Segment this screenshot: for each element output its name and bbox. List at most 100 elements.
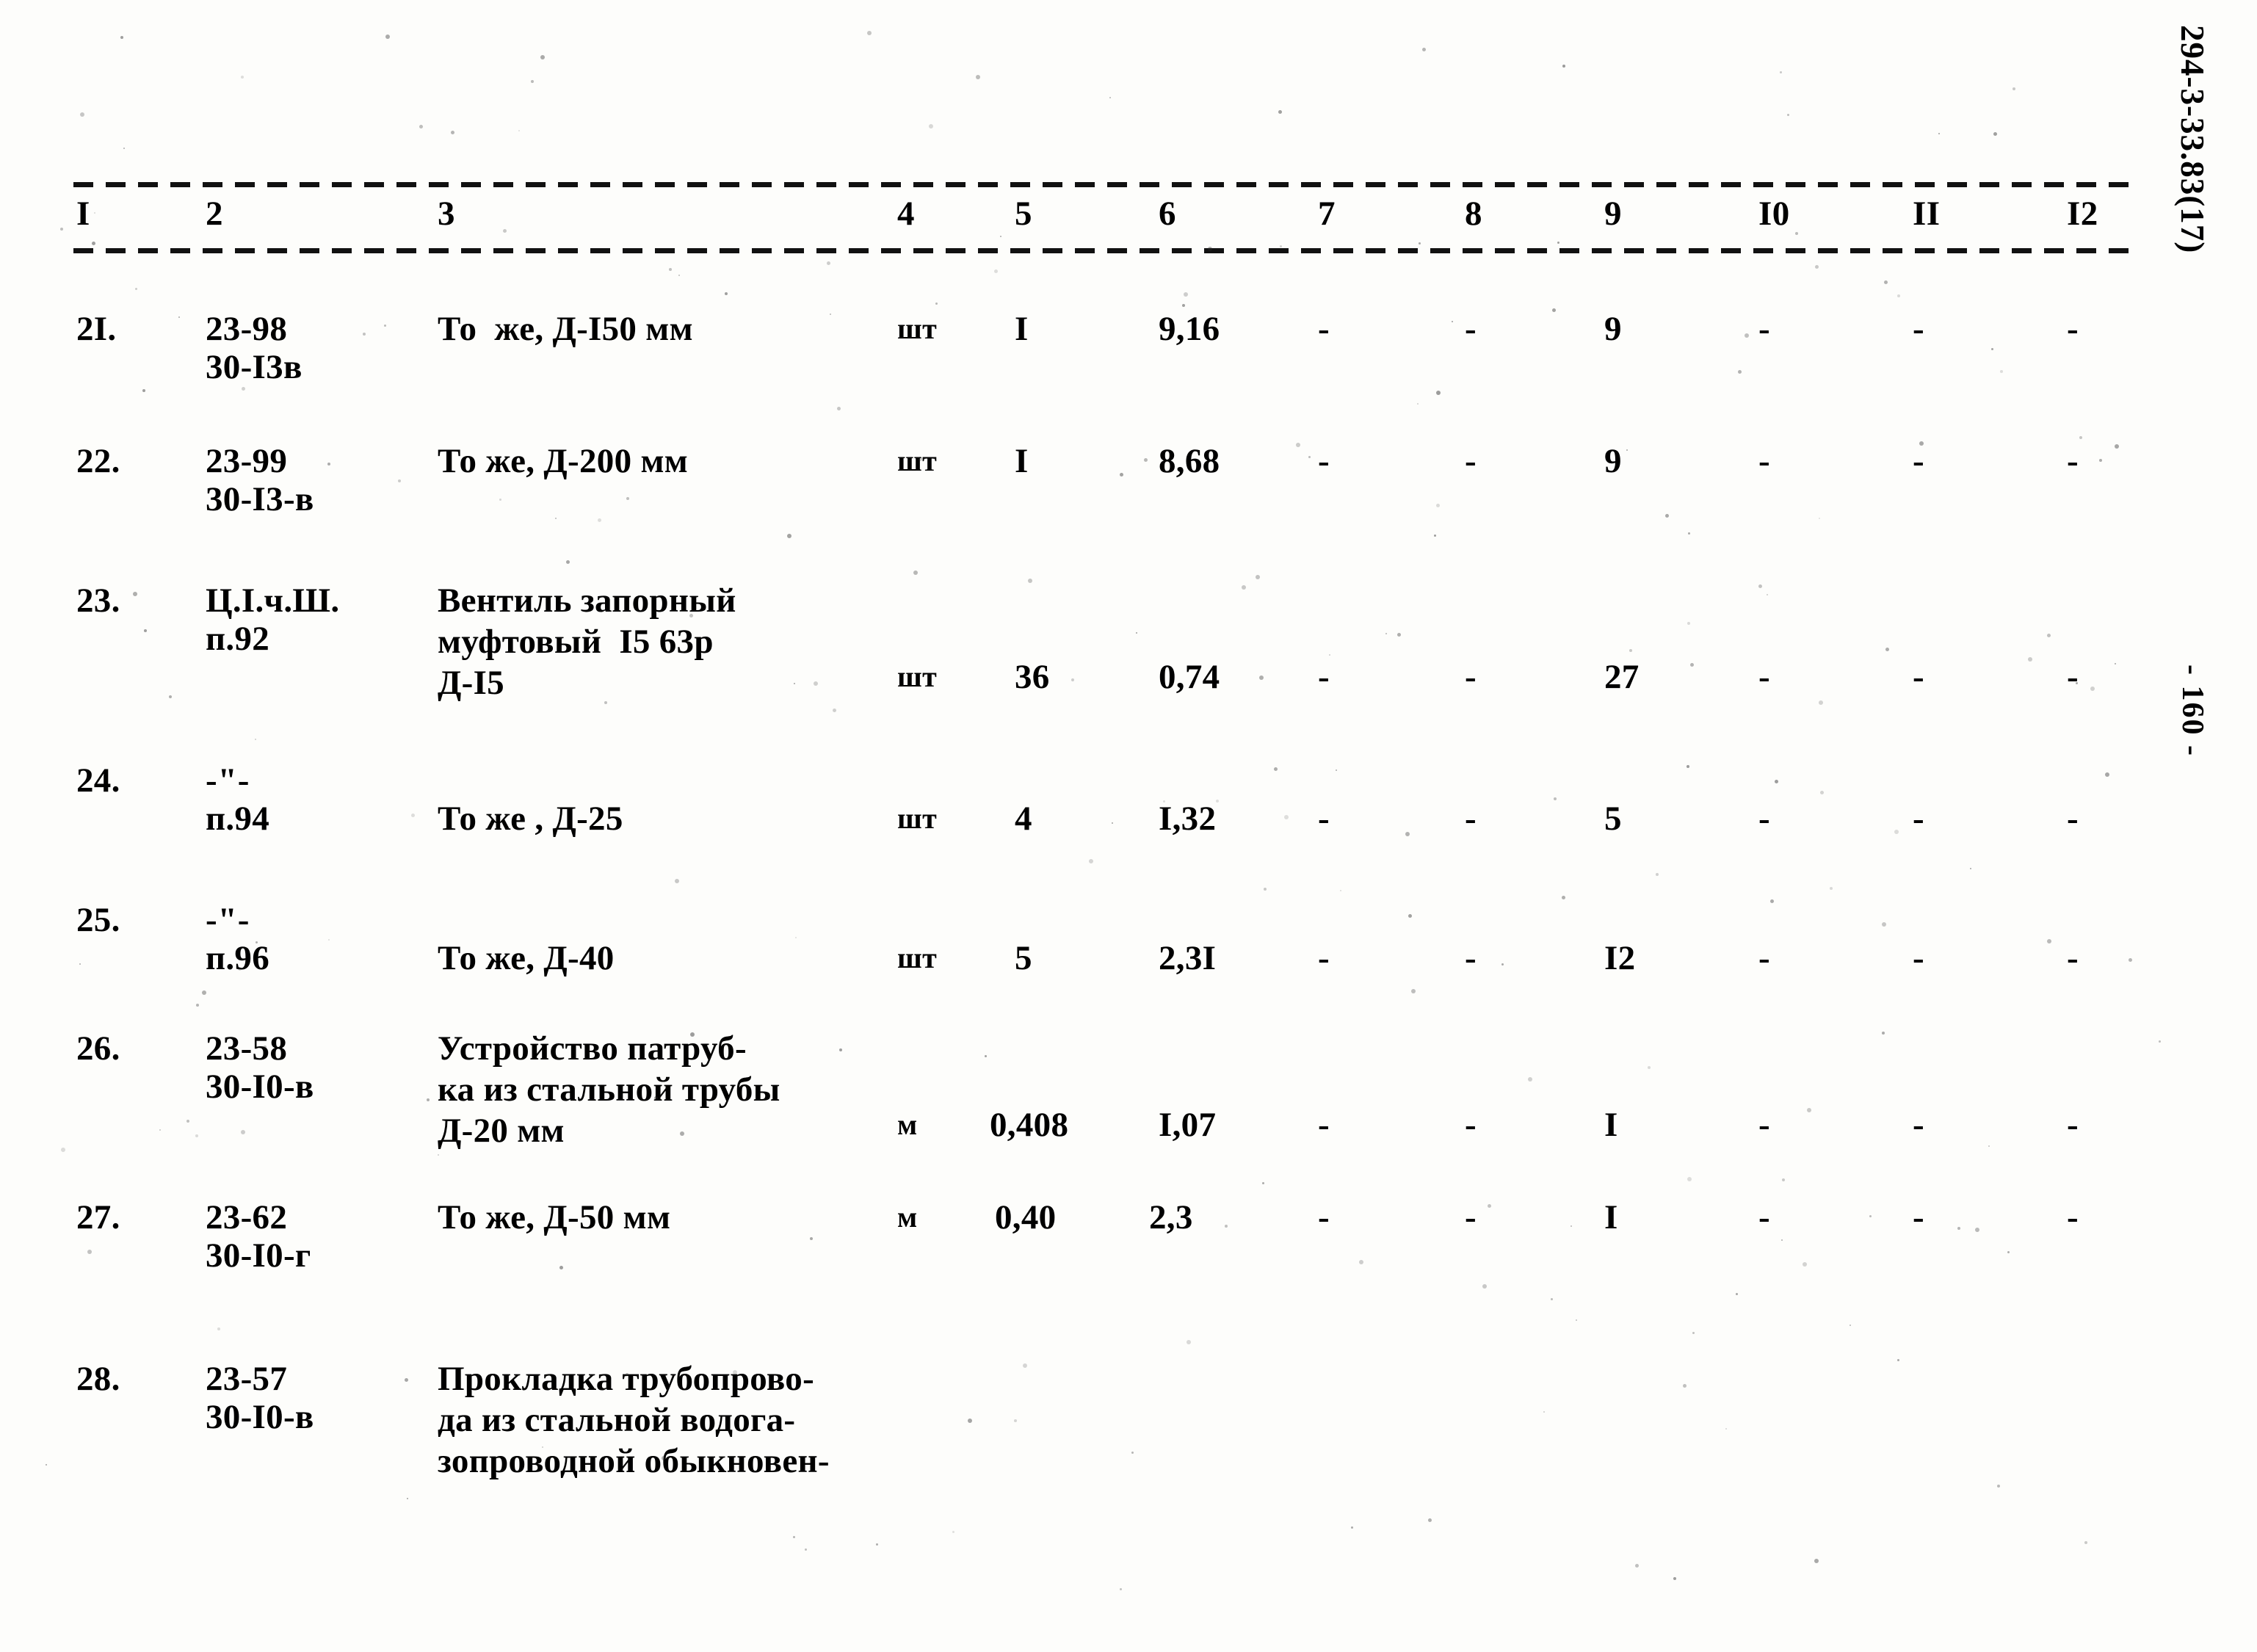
row-code-line-1: 23-98 <box>206 310 288 348</box>
row-code-line-2: п.92 <box>206 620 270 658</box>
scanned-page: I 2 3 4 5 6 7 8 9 I0 II I2 2I. 23-98 30-… <box>0 0 2257 1652</box>
row-value-9: 5 <box>1604 800 1622 838</box>
row-value-5: I <box>1015 310 1029 348</box>
row-value-9: I2 <box>1604 939 1636 977</box>
row-value-11: - <box>1913 658 1924 696</box>
row-value-10: - <box>1758 800 1770 838</box>
row-unit: м <box>897 1200 918 1233</box>
row-value-8: - <box>1465 658 1477 696</box>
row-value-12: - <box>2067 800 2079 838</box>
row-value-7: - <box>1318 658 1330 696</box>
row-value-8: - <box>1465 1106 1477 1144</box>
row-number: 27. <box>76 1198 120 1236</box>
row-value-6: I,32 <box>1159 800 1217 838</box>
row-value-8: - <box>1465 442 1477 480</box>
row-description: То же, Д-I50 мм <box>438 310 693 348</box>
row-value-7: - <box>1318 442 1330 480</box>
row-description: То же, Д-200 мм <box>438 442 689 480</box>
row-description: Вентиль запорный муфтовый I5 63р Д-I5 <box>438 582 736 702</box>
column-header-8: 8 <box>1465 195 1482 233</box>
document-code-margin: 294-3-33.83(17) <box>2174 25 2211 254</box>
table-top-rule <box>73 182 2129 187</box>
row-code-line-2: 30-I0-в <box>206 1398 314 1436</box>
row-value-6: 0,74 <box>1159 658 1220 696</box>
row-value-8: - <box>1465 939 1477 977</box>
row-value-7: - <box>1318 310 1330 348</box>
row-value-10: - <box>1758 1198 1770 1236</box>
row-value-11: - <box>1913 442 1924 480</box>
row-code-line-1: 23-57 <box>206 1360 288 1398</box>
row-number: 23. <box>76 582 120 620</box>
column-header-12: I2 <box>2067 195 2098 233</box>
row-value-11: - <box>1913 310 1924 348</box>
row-code-line-2: п.94 <box>206 800 270 838</box>
row-value-12: - <box>2067 939 2079 977</box>
row-value-7: - <box>1318 1198 1330 1236</box>
row-value-12: - <box>2067 1106 2079 1144</box>
row-unit: шт <box>897 312 938 345</box>
row-value-10: - <box>1758 658 1770 696</box>
row-unit: м <box>897 1108 918 1141</box>
row-value-12: - <box>2067 658 2079 696</box>
row-unit: шт <box>897 802 938 835</box>
row-value-7: - <box>1318 939 1330 977</box>
row-number: 22. <box>76 442 120 480</box>
row-code-line-2: 30-I3-в <box>206 480 314 518</box>
row-value-6: 2,3 <box>1149 1198 1193 1236</box>
row-code-line-2: 30-I0-в <box>206 1068 314 1106</box>
row-value-6: 8,68 <box>1159 442 1220 480</box>
row-number: 28. <box>76 1360 120 1398</box>
row-value-9: 9 <box>1604 442 1622 480</box>
row-description: Прокладка трубопрово- да из стальной вод… <box>438 1360 830 1480</box>
column-header-1: I <box>76 195 90 233</box>
row-code-line-1: -"- <box>206 901 250 939</box>
row-value-11: - <box>1913 939 1924 977</box>
row-value-8: - <box>1465 310 1477 348</box>
row-value-12: - <box>2067 310 2079 348</box>
row-value-7: - <box>1318 800 1330 838</box>
row-number: 26. <box>76 1029 120 1068</box>
column-header-9: 9 <box>1604 195 1622 233</box>
row-value-5: 5 <box>1015 939 1032 977</box>
column-header-4: 4 <box>897 195 915 233</box>
row-value-7: - <box>1318 1106 1330 1144</box>
row-code-line-2: п.96 <box>206 939 270 977</box>
row-description: То же, Д-50 мм <box>438 1198 671 1236</box>
row-number: 25. <box>76 901 120 939</box>
row-value-11: - <box>1913 800 1924 838</box>
row-unit: шт <box>897 941 938 974</box>
column-header-10: I0 <box>1758 195 1790 233</box>
row-value-5: 4 <box>1015 800 1032 838</box>
row-value-10: - <box>1758 310 1770 348</box>
row-value-11: - <box>1913 1198 1924 1236</box>
column-header-6: 6 <box>1159 195 1176 233</box>
row-value-10: - <box>1758 442 1770 480</box>
row-value-5: 0,408 <box>990 1106 1069 1144</box>
row-value-12: - <box>2067 1198 2079 1236</box>
row-value-9: I <box>1604 1198 1618 1236</box>
row-unit: шт <box>897 660 938 693</box>
column-header-7: 7 <box>1318 195 1336 233</box>
column-header-11: II <box>1913 195 1941 233</box>
estimate-table: I 2 3 4 5 6 7 8 9 I0 II I2 2I. 23-98 30-… <box>0 0 2257 1652</box>
row-code-line-1: 23-58 <box>206 1029 288 1068</box>
row-value-10: - <box>1758 1106 1770 1144</box>
row-code-line-1: Ц.I.ч.Ш. <box>206 582 340 620</box>
row-description: Устройство патруб- ка из стальной трубы … <box>438 1029 780 1150</box>
row-value-8: - <box>1465 800 1477 838</box>
row-description: То же, Д-40 <box>438 939 615 977</box>
row-unit: шт <box>897 444 938 477</box>
row-code-line-2: 30-I3в <box>206 348 302 386</box>
row-value-5: 0,40 <box>995 1198 1057 1236</box>
row-code-line-1: -"- <box>206 761 250 800</box>
row-value-6: I,07 <box>1159 1106 1217 1144</box>
column-header-3: 3 <box>438 195 455 233</box>
row-value-9: 27 <box>1604 658 1640 696</box>
row-value-11: - <box>1913 1106 1924 1144</box>
row-number: 24. <box>76 761 120 800</box>
row-value-6: 2,3I <box>1159 939 1217 977</box>
row-value-10: - <box>1758 939 1770 977</box>
row-value-8: - <box>1465 1198 1477 1236</box>
column-header-2: 2 <box>206 195 223 233</box>
row-value-5: I <box>1015 442 1029 480</box>
